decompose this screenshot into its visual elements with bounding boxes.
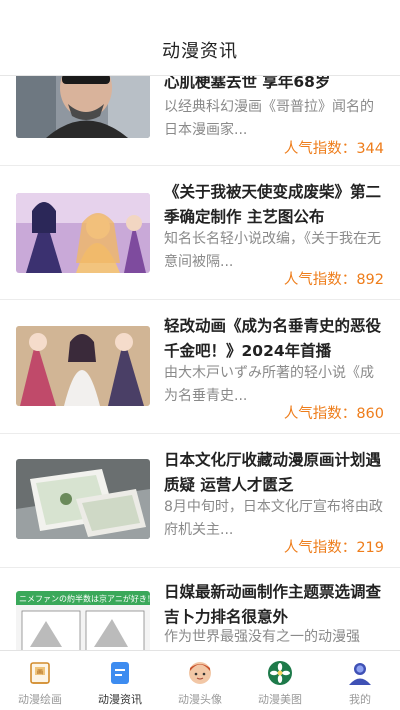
svg-text:画: 画 (37, 669, 43, 676)
tab-label: 动漫头像 (178, 693, 222, 706)
popularity-index: 人气指数：344 (284, 137, 384, 158)
flower-badge-icon (266, 659, 294, 687)
popularity-label: 人气指数： (283, 272, 357, 288)
news-document-icon (106, 659, 134, 687)
drawing-board-icon: 画 (26, 659, 54, 687)
news-card[interactable]: 轻改动画《成为名垂青史的恶役千金吧！》2024年首播 由大木戸いずみ所著的轻小说… (0, 300, 400, 434)
page-title: 动漫资讯 (162, 41, 238, 62)
news-title: 《关于我被天使变成废柴》第二季确定制作 主艺图公布 (164, 183, 382, 226)
tab-drawing[interactable]: 画 动漫绘画 (0, 651, 80, 710)
tab-avatar[interactable]: 动漫头像 (160, 651, 240, 710)
thumbnail-banner-text: ニメファンの約半数は京アニが好き！ (19, 594, 150, 604)
news-thumbnail: ニメファンの約半数は京アニが好き！ (16, 591, 150, 650)
popularity-index: 人气指数：860 (284, 402, 384, 423)
news-feed[interactable]: 心肌梗塞去世 享年68岁 以经典科幻漫画《哥普拉》闻名的日本漫画家... 人气指… (0, 0, 400, 650)
news-title: 日媒最新动画制作主题票选调查 吉卜力排名很意外 (164, 583, 382, 626)
news-title: 轻改动画《成为名垂青史的恶役千金吧！》2024年首播 (164, 317, 382, 360)
popularity-value: 860 (356, 406, 384, 422)
news-card[interactable]: 日本文化厅收藏动漫原画计划遇质疑 运营人才匮乏 8月中旬时，日本文化厅宣布将由政… (0, 434, 400, 568)
popularity-value: 219 (356, 540, 384, 556)
popularity-index: 人气指数：892 (284, 268, 384, 289)
tab-label: 动漫美图 (258, 693, 302, 706)
news-thumbnail (16, 459, 150, 539)
user-profile-icon (346, 659, 374, 687)
news-thumbnail (16, 326, 150, 406)
news-description: 作为世界最强没有之一的动漫强 (164, 629, 360, 645)
tab-label: 我的 (349, 693, 371, 706)
tab-label: 动漫绘画 (18, 693, 62, 706)
tab-label: 动漫资讯 (98, 693, 142, 706)
popularity-label: 人气指数： (283, 540, 357, 556)
popularity-label: 人气指数： (283, 141, 357, 157)
popularity-value: 344 (356, 141, 384, 157)
popularity-index: 人气指数：219 (284, 536, 384, 557)
bottom-tab-bar: 画 动漫绘画 动漫资讯 动漫头像 动漫美图 我的 (0, 650, 400, 710)
news-card[interactable]: ニメファンの約半数は京アニが好き！ 日媒最新动画制作主题票选调查 吉卜力排名很意… (0, 568, 400, 650)
app-header: 动漫资讯 (0, 0, 400, 76)
tab-news[interactable]: 动漫资讯 (80, 651, 160, 710)
tab-profile[interactable]: 我的 (320, 651, 400, 710)
news-thumbnail (16, 193, 150, 273)
avatar-face-icon (186, 659, 214, 687)
popularity-label: 人气指数： (283, 406, 357, 422)
popularity-value: 892 (356, 272, 384, 288)
news-description: 以经典科幻漫画《哥普拉》闻名的日本漫画家... (164, 99, 374, 138)
news-card[interactable]: 《关于我被天使变成废柴》第二季确定制作 主艺图公布 知名长名轻小说改编，《关于我… (0, 166, 400, 300)
tab-gallery[interactable]: 动漫美图 (240, 651, 320, 710)
news-title: 日本文化厅收藏动漫原画计划遇质疑 运营人才匮乏 (164, 451, 382, 494)
